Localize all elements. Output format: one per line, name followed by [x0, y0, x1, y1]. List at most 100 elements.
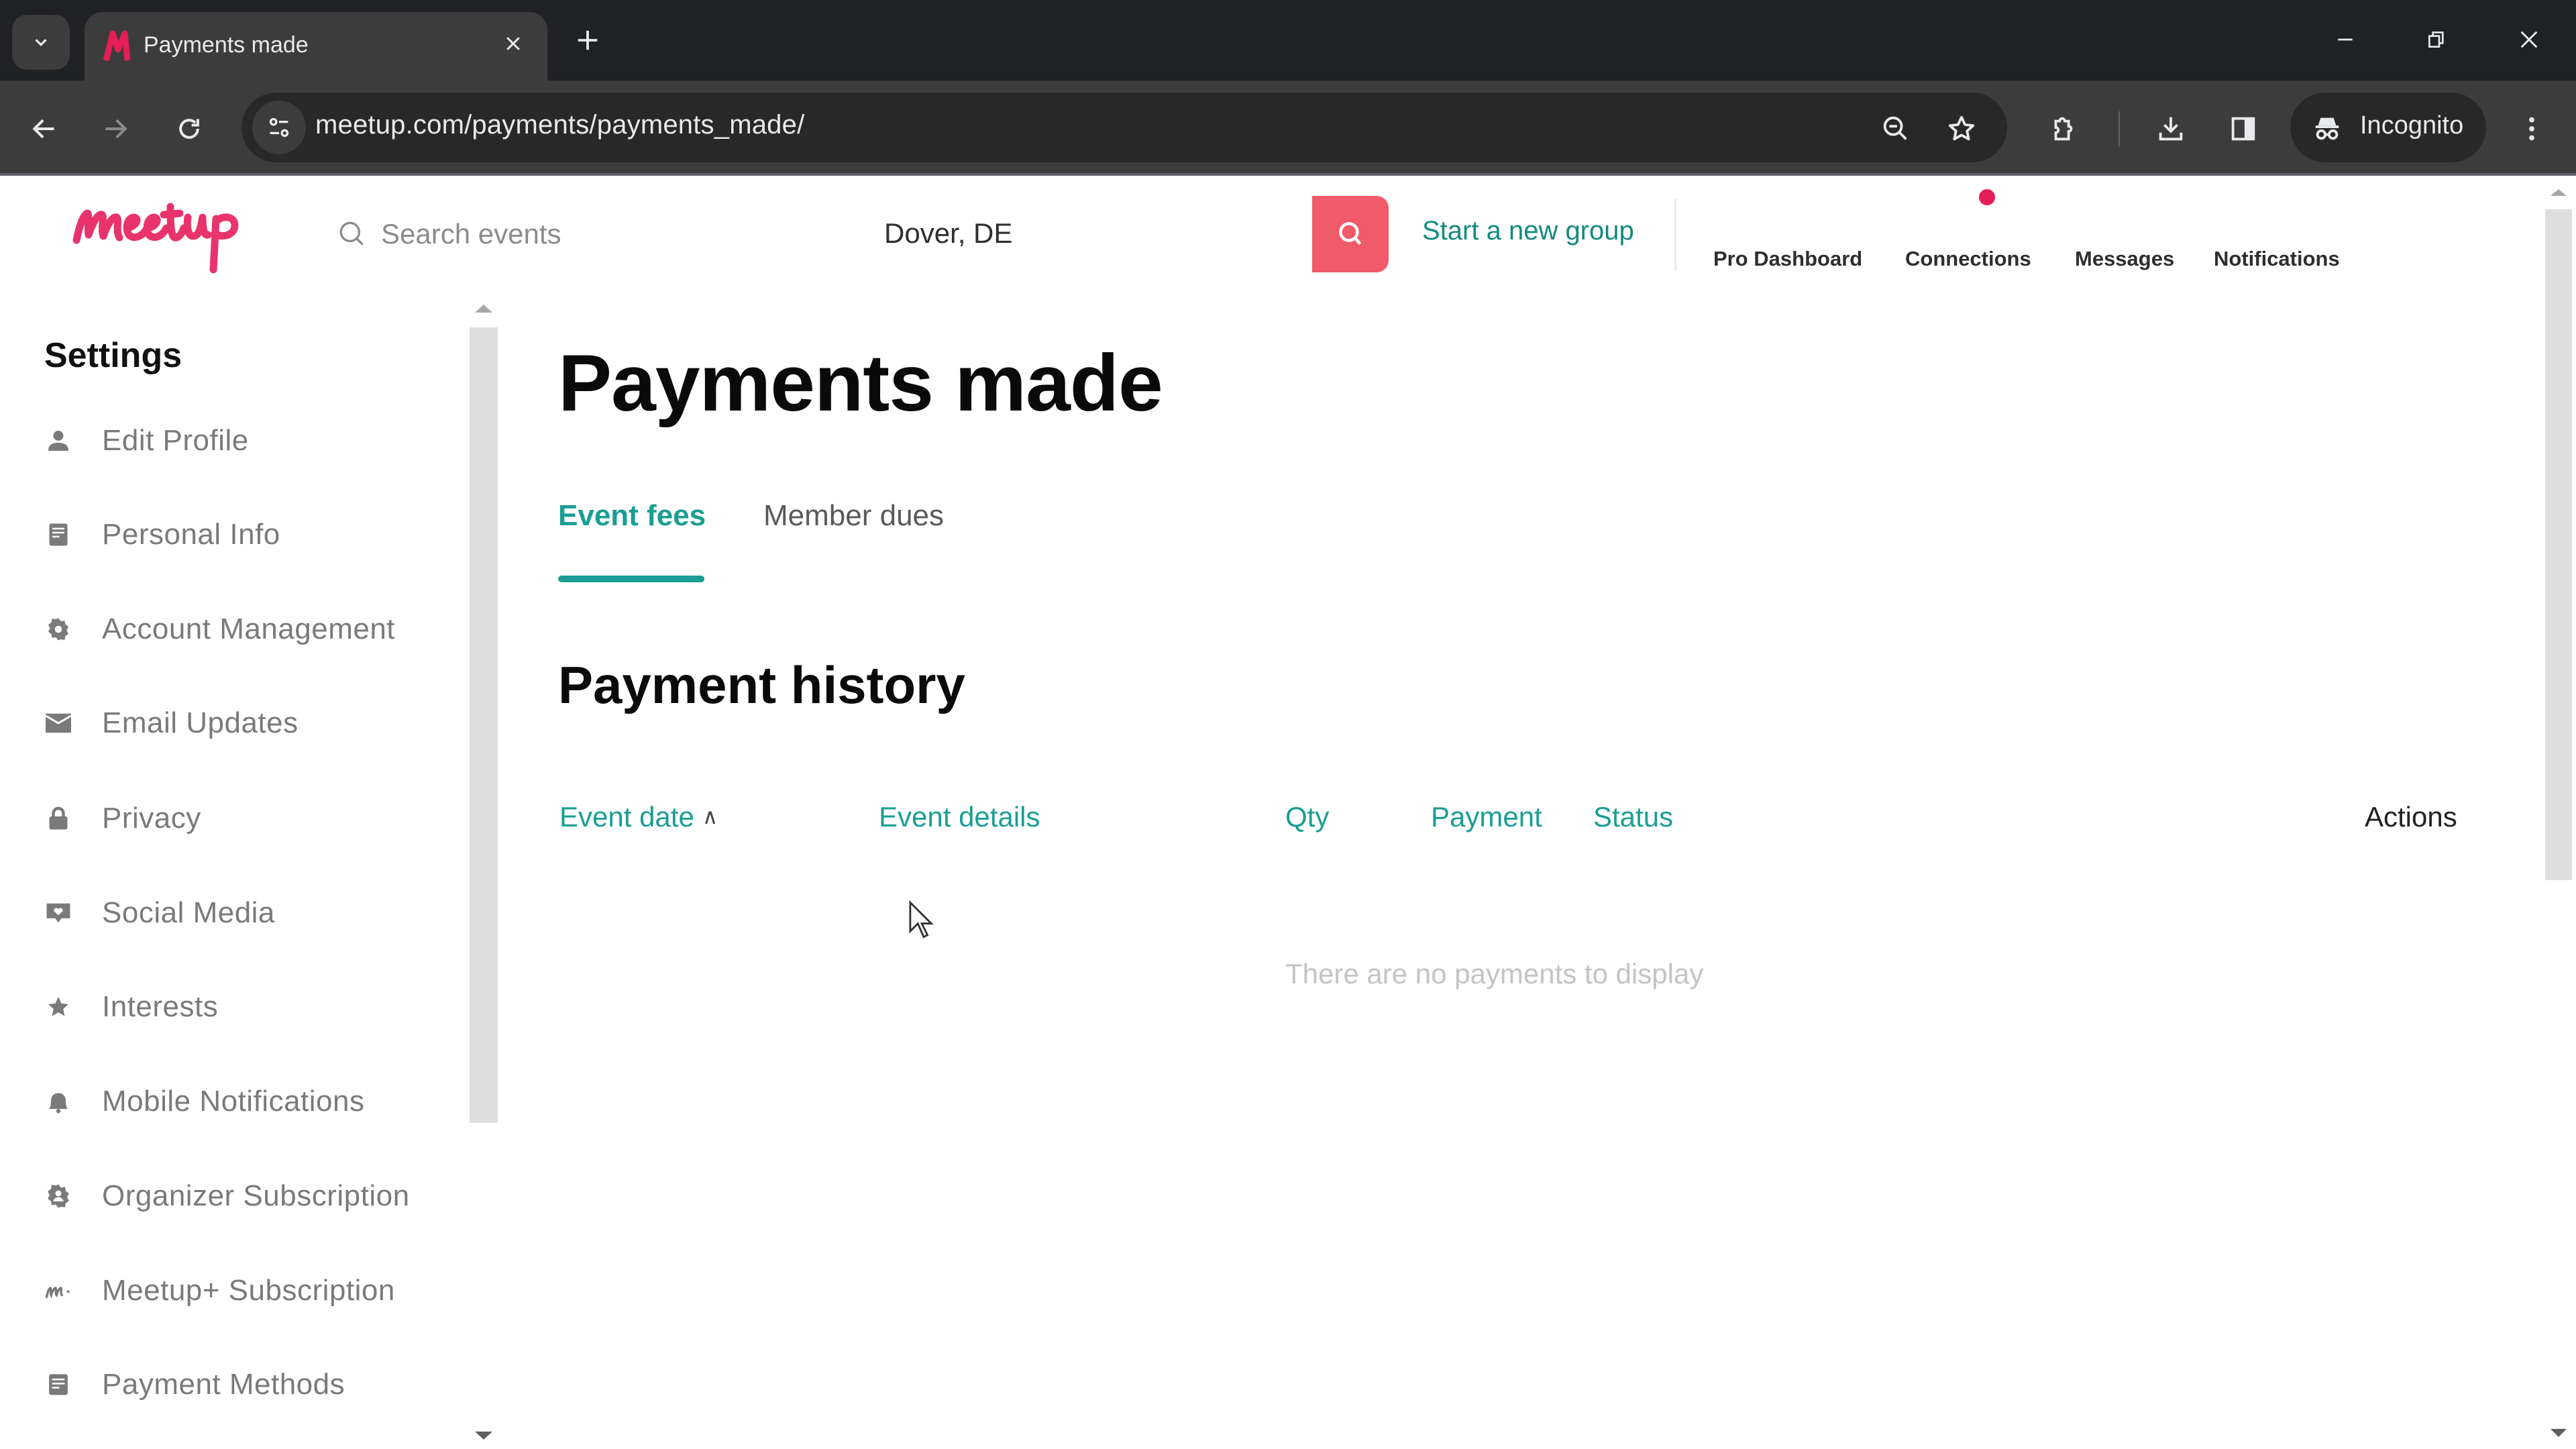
sidebar-item-organizer-subscription[interactable]: Organizer Subscription	[40, 1166, 456, 1226]
sidebar-item-label: Payment Methods	[102, 1368, 345, 1401]
page-scroll-down-arrow[interactable]	[2551, 1429, 2567, 1437]
nav-pro-dashboard[interactable]: Pro Dashboard	[1713, 247, 1862, 271]
document-icon	[42, 518, 75, 551]
column-header-payment[interactable]: Payment	[1431, 801, 1542, 833]
back-button[interactable]	[21, 106, 67, 152]
bookmark-button[interactable]	[1937, 105, 1986, 153]
new-tab-button[interactable]	[568, 20, 608, 60]
sidebar-item-edit-profile[interactable]: Edit Profile	[40, 411, 456, 471]
side-panel-button[interactable]	[2219, 105, 2267, 153]
tab-search-button[interactable]	[12, 15, 70, 70]
downloads-button[interactable]	[2147, 105, 2195, 153]
payment-history-heading: Payment history	[558, 655, 965, 714]
nav-messages[interactable]: Messages	[2075, 247, 2174, 271]
reload-button[interactable]	[166, 106, 212, 152]
social-heart-icon	[42, 896, 75, 930]
arrow-right-icon	[105, 119, 127, 139]
side-panel-icon	[2231, 117, 2255, 141]
minimize-button[interactable]	[2318, 16, 2372, 63]
search-icon	[1339, 222, 1362, 246]
sidebar-item-label: Account Management	[102, 612, 396, 645]
sidebar-item-label: Meetup+ Subscription	[102, 1274, 395, 1307]
sidebar-item-label: Email Updates	[102, 706, 299, 739]
sidebar-scrollbar-thumb[interactable]	[470, 327, 498, 1123]
gear-icon	[42, 612, 75, 646]
incognito-label: Incognito	[2360, 111, 2464, 140]
sidebar-item-label: Privacy	[102, 802, 201, 835]
arrow-left-icon	[32, 119, 54, 139]
bell-icon	[42, 1085, 75, 1118]
sidebar-item-account-management[interactable]: Account Management	[40, 599, 456, 659]
sidebar-item-interests[interactable]: Interests	[40, 977, 456, 1037]
close-window-button[interactable]	[2502, 16, 2556, 63]
meetup-logo[interactable]	[70, 195, 246, 274]
page-title: Payments made	[558, 338, 1163, 428]
column-header-qty[interactable]: Qty	[1285, 801, 1329, 833]
column-header-status[interactable]: Status	[1593, 801, 1673, 833]
person-icon	[42, 424, 75, 458]
tab-member-dues[interactable]: Member dues	[763, 499, 944, 533]
mail-icon	[42, 706, 75, 740]
page-scroll-up-arrow[interactable]	[2551, 189, 2567, 196]
browser-tab-active[interactable]: Payments made	[85, 12, 547, 80]
start-new-group-link[interactable]: Start a new group	[1422, 216, 1634, 246]
notification-badge-dot	[1979, 189, 1995, 205]
lock-icon	[42, 802, 75, 835]
extensions-button[interactable]	[2039, 105, 2088, 153]
toolbar-divider	[0, 173, 2576, 176]
restore-icon	[2428, 32, 2444, 48]
forward-button[interactable]	[93, 106, 138, 152]
sidebar-item-label: Edit Profile	[102, 424, 249, 457]
search-submit-button[interactable]	[1312, 196, 1389, 272]
header-divider	[1674, 199, 1676, 271]
meetup-favicon-icon	[103, 30, 131, 62]
plus-icon	[578, 30, 598, 50]
card-icon	[42, 1368, 75, 1401]
sidebar-item-meetup-plus-subscription[interactable]: Meetup+ Subscription	[40, 1260, 456, 1321]
star-icon	[1948, 115, 1975, 141]
search-events-input[interactable]	[381, 213, 797, 255]
star-icon	[42, 990, 75, 1024]
column-header-event-date[interactable]: Event date ∧	[559, 801, 718, 833]
sidebar-item-label: Organizer Subscription	[102, 1179, 410, 1212]
tab-title: Payments made	[144, 32, 309, 58]
zoom-out-icon	[1883, 116, 1907, 140]
empty-table-message: There are no payments to display	[1285, 958, 1704, 989]
sidebar-item-personal-info[interactable]: Personal Info	[40, 504, 456, 565]
sidebar-item-label: Mobile Notifications	[102, 1085, 365, 1118]
nav-connections[interactable]: Connections	[1905, 247, 2031, 271]
search-events-field[interactable]	[335, 213, 805, 255]
location-input[interactable]	[884, 212, 1287, 255]
page-scrollbar-thumb[interactable]	[2545, 209, 2572, 880]
puzzle-icon	[2054, 117, 2073, 141]
restore-button[interactable]	[2410, 16, 2463, 63]
sidebar-item-email-updates[interactable]: Email Updates	[40, 693, 456, 753]
reload-icon	[179, 119, 199, 139]
sidebar-item-privacy[interactable]: Privacy	[40, 788, 456, 849]
nav-notifications[interactable]: Notifications	[2214, 247, 2340, 271]
organizer-badge-icon	[42, 1179, 75, 1213]
close-icon	[2520, 31, 2538, 48]
column-header-event-details[interactable]: Event details	[879, 801, 1040, 833]
zoom-button[interactable]	[1872, 105, 1920, 153]
tab-event-fees[interactable]: Event fees	[558, 499, 706, 533]
column-header-label: Event date	[559, 801, 694, 833]
minimize-icon	[2338, 38, 2353, 41]
tab-close-button[interactable]	[498, 28, 529, 59]
sidebar-scroll-up-arrow[interactable]	[475, 305, 492, 313]
sidebar-item-mobile-notifications[interactable]: Mobile Notifications	[40, 1071, 456, 1132]
sidebar-item-label: Social Media	[102, 896, 275, 929]
column-header-actions: Actions	[2365, 801, 2457, 833]
browser-menu-button[interactable]	[2508, 105, 2556, 153]
site-info-button[interactable]	[252, 101, 306, 154]
sidebar-item-payment-methods[interactable]: Payment Methods	[40, 1354, 456, 1415]
sidebar-scroll-down-arrow[interactable]	[475, 1432, 492, 1440]
sidebar-item-social-media[interactable]: Social Media	[40, 883, 456, 943]
toolbar-separator	[2118, 111, 2120, 146]
sidebar-item-label: Personal Info	[102, 518, 280, 551]
chevron-down-icon	[35, 39, 47, 47]
incognito-icon	[2315, 117, 2339, 140]
sidebar-title: Settings	[44, 336, 182, 375]
mouse-cursor-icon	[909, 900, 934, 938]
url-text[interactable]: meetup.com/payments/payments_made/	[315, 110, 804, 140]
